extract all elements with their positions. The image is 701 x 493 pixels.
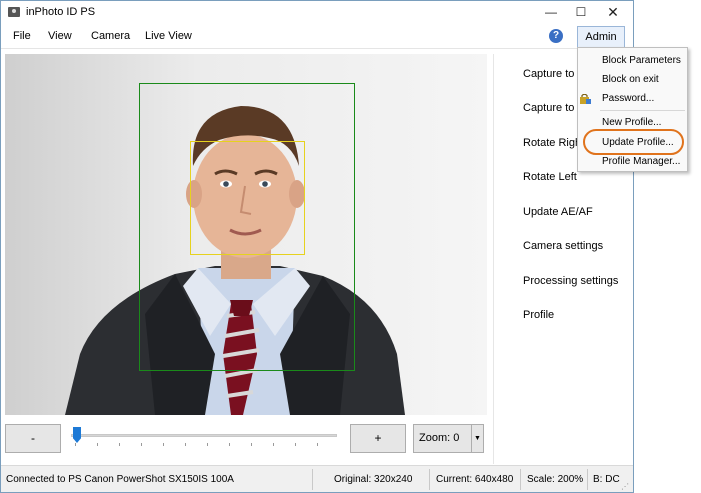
zoom-slider-ticks [75,443,337,447]
slider-tick [75,443,76,446]
rotate-left-button[interactable]: Rotate Left [523,171,577,183]
menu-separator [600,110,685,111]
slider-tick [295,443,296,446]
zoom-value: Zoom: 0 [419,432,460,444]
admin-menu-button[interactable]: Admin [577,26,625,48]
status-original: Original: 320x240 [334,474,413,485]
capture-to-t-button[interactable]: Capture to T [523,68,584,80]
resize-grip-icon[interactable]: ⋰ [621,482,630,491]
update-ae-af-button[interactable]: Update AE/AF [523,206,593,218]
rotate-right-button[interactable]: Rotate Right [523,137,584,149]
menu-live-view[interactable]: Live View [145,30,192,42]
zoom-slider-thumb[interactable] [73,427,81,443]
menu-item-block-on-exit[interactable]: Block on exit [602,74,659,85]
menu-item-new-profile[interactable]: New Profile... [602,117,661,128]
status-divider [587,469,588,490]
menu-item-password[interactable]: Password... [602,93,654,104]
zoom-slider-track[interactable] [71,434,337,437]
status-connection: Connected to PS Canon PowerShot SX150IS … [6,474,234,485]
zoom-out-button[interactable]: - [5,424,61,453]
status-b: B: DC [593,474,620,485]
slider-tick [273,443,274,446]
slider-tick [119,443,120,446]
close-button[interactable]: ✕ [598,1,628,23]
status-bar: Connected to PS Canon PowerShot SX150IS … [1,465,633,492]
capture-to-f-button[interactable]: Capture to F [523,102,584,114]
maximize-button[interactable]: ☐ [566,1,596,23]
slider-tick [163,443,164,446]
app-window: inPhoto ID PS — ☐ ✕ File View Camera Liv… [0,0,634,493]
status-divider [312,469,313,490]
menu-camera[interactable]: Camera [91,30,130,42]
slider-tick [97,443,98,446]
lock-icon [580,94,591,104]
status-divider [429,469,430,490]
status-current: Current: 640x480 [436,474,514,485]
update-profile-highlight [583,129,684,155]
minimize-button[interactable]: — [536,1,566,23]
menu-bar: File View Camera Live View ? Admin [1,24,633,49]
zoom-in-button[interactable]: + [350,424,406,453]
menu-item-profile-manager[interactable]: Profile Manager... [602,156,680,167]
head-detection-frame [190,141,305,255]
processing-settings-button[interactable]: Processing settings [523,275,618,287]
live-preview-panel [5,54,487,415]
zoom-dropdown[interactable]: Zoom: 0 ▼ [413,424,484,453]
slider-tick [251,443,252,446]
status-divider [520,469,521,490]
camera-settings-button[interactable]: Camera settings [523,240,603,252]
chevron-down-icon[interactable]: ▼ [471,425,483,452]
camera-app-icon [8,7,20,17]
menu-file[interactable]: File [13,30,31,42]
slider-tick [317,443,318,446]
help-icon[interactable]: ? [549,29,563,43]
slider-tick [229,443,230,446]
menu-item-block-parameters[interactable]: Block Parameters [602,55,681,66]
profile-button[interactable]: Profile [523,309,554,321]
status-scale: Scale: 200% [527,474,584,485]
slider-tick [141,443,142,446]
menu-view[interactable]: View [48,30,72,42]
slider-tick [207,443,208,446]
slider-tick [185,443,186,446]
window-title: inPhoto ID PS [26,6,96,18]
title-bar: inPhoto ID PS — ☐ ✕ [1,1,633,24]
